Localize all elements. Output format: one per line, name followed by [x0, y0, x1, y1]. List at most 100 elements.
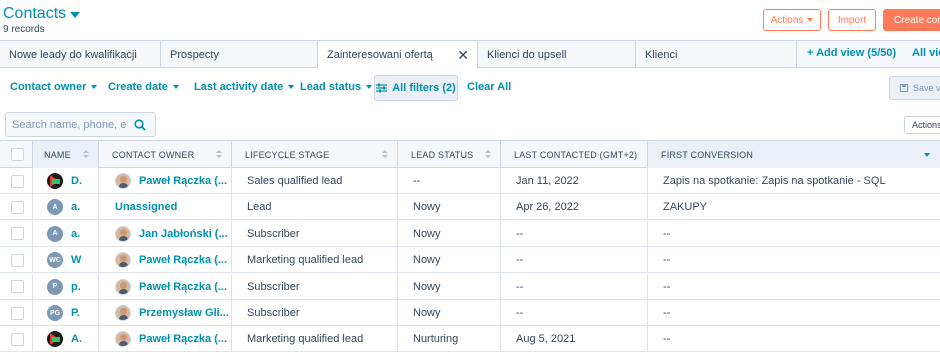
contact-owner-cell[interactable]: Unassigned [99, 194, 232, 221]
create-contact-button[interactable]: Create contact [883, 9, 940, 31]
all-views-link[interactable]: All views [912, 47, 940, 59]
lifecycle-stage-cell: Subscriber [232, 273, 398, 300]
column-header-first-conversion[interactable]: FIRST CONVERSION [648, 141, 940, 168]
tab-klienci[interactable]: Klienci [636, 41, 797, 68]
tab-zainteresowani[interactable]: Zainteresowani ofertą ✕ [318, 41, 478, 69]
contact-name-cell[interactable]: A. [33, 326, 99, 353]
column-label: NAME [44, 149, 71, 160]
row-checkbox[interactable] [11, 280, 24, 294]
tab-prospecty[interactable]: Prospecty [161, 41, 318, 68]
lifecycle-stage-cell: Subscriber [232, 220, 398, 247]
last-contacted-cell: -- [501, 220, 648, 247]
owner-avatar [115, 305, 131, 321]
row-checkbox[interactable] [11, 306, 24, 320]
owner-name[interactable]: Paweł Rączka (... [139, 254, 227, 266]
row-checkbox[interactable] [11, 253, 24, 267]
first-conversion-value: -- [663, 333, 671, 346]
table-actions-button[interactable]: Actions [904, 116, 940, 134]
row-checkbox[interactable] [11, 200, 24, 214]
row-checkbox[interactable] [11, 332, 24, 346]
table-row[interactable]: WC W Paweł Rączka (... Marketing qualified … [0, 247, 940, 274]
contact-name-cell[interactable]: Aa. [33, 194, 99, 221]
avatar: A [47, 199, 63, 216]
contact-owner-filter[interactable]: Contact owner [10, 81, 98, 93]
contact-name-cell[interactable]: WC W [33, 247, 99, 274]
row-select-cell [0, 220, 33, 247]
contact-owner-cell[interactable]: Paweł Rączka (... [99, 247, 232, 274]
contact-owner-cell[interactable]: Paweł Rączka (... [99, 168, 232, 194]
create-date-filter[interactable]: Create date [108, 81, 179, 93]
search-icon[interactable] [134, 119, 146, 131]
lifecycle-stage-cell: Lead [232, 194, 398, 221]
row-checkbox[interactable] [11, 174, 24, 188]
row-checkbox[interactable] [11, 227, 24, 241]
import-button[interactable]: Import [828, 9, 876, 31]
lifecycle-stage-value: Subscriber [247, 280, 300, 293]
contact-owner-cell[interactable]: Jan Jabłoński (... [99, 220, 232, 247]
contact-name[interactable]: D. [71, 175, 82, 187]
contact-name-cell[interactable]: PG P. [33, 300, 99, 326]
column-header-lead-status[interactable]: LEAD STATUS [398, 141, 501, 168]
tab-klienci-upsell[interactable]: Klienci do upsell [478, 41, 636, 68]
lifecycle-stage-value: Marketing qualified lead [247, 254, 364, 267]
contact-name[interactable]: W [71, 254, 81, 266]
import-label: Import [837, 14, 867, 26]
owner-avatar [115, 252, 131, 269]
avatar: P [47, 278, 63, 295]
contact-name[interactable]: a. [71, 201, 80, 213]
select-all-checkbox[interactable] [11, 148, 24, 161]
owner-name[interactable]: Paweł Rączka (... [139, 175, 227, 187]
table-row[interactable]: Aa. Unassigned Lead Nowy Apr 26, 2022 ZAKUPY [0, 194, 940, 221]
contact-name[interactable]: P. [71, 307, 80, 319]
first-conversion-value: -- [663, 254, 671, 267]
owner-name[interactable]: Przemysław Gli... [139, 307, 229, 319]
avatar: A [47, 225, 63, 242]
table-row[interactable]: Pp. Paweł Rączka (... Subscriber Nowy -- -- [0, 273, 940, 300]
actions-dropdown-button[interactable]: Actions [763, 9, 821, 31]
table-row[interactable]: D. Paweł Rączka (... Sales qualified lead -… [0, 168, 940, 194]
lifecycle-stage-value: Lead [247, 201, 272, 214]
owner-name[interactable]: Paweł Rączka (... [139, 281, 227, 293]
column-header-owner[interactable]: CONTACT OWNER [99, 141, 232, 168]
all-filters-button[interactable]: All filters (2) [374, 75, 458, 101]
add-view-button[interactable]: + Add view (5/50) [807, 47, 896, 59]
row-select-cell [0, 300, 33, 326]
lifecycle-stage-cell: Sales qualified lead [232, 168, 398, 194]
owner-avatar [115, 331, 131, 348]
contact-owner-cell[interactable]: Przemysław Gli... [99, 300, 232, 326]
contact-name[interactable]: p. [71, 281, 81, 293]
last-contacted-value: -- [516, 307, 524, 319]
search-input[interactable] [12, 118, 130, 131]
chevron-down-icon [91, 85, 98, 89]
save-icon [900, 84, 908, 92]
table-row[interactable]: A. Paweł Rączka (... Marketing qualified l… [0, 326, 940, 353]
contact-name[interactable]: A. [71, 333, 82, 345]
lead-status-value: Nowy [413, 280, 441, 293]
create-contact-label: Create contact [894, 14, 940, 26]
close-icon[interactable]: ✕ [457, 47, 469, 64]
actions-label: Actions [770, 14, 804, 26]
save-view-button[interactable]: Save view [889, 76, 940, 100]
owner-name[interactable]: Jan Jabłoński (... [139, 228, 228, 240]
contact-name[interactable]: a. [71, 228, 80, 240]
row-select-cell [0, 247, 33, 274]
contact-name-cell[interactable]: D. [33, 168, 99, 194]
contact-owner-cell[interactable]: Paweł Rączka (... [99, 273, 232, 300]
column-header-last-contacted[interactable]: LAST CONTACTED (GMT+2) [501, 141, 648, 168]
last-activity-filter[interactable]: Last activity date [194, 81, 295, 93]
column-header-name[interactable]: NAME [33, 141, 99, 168]
column-header-lifecycle[interactable]: LIFECYCLE STAGE [232, 141, 398, 168]
lead-status-value: Nowy [413, 254, 441, 267]
clear-all-link[interactable]: Clear All [467, 81, 511, 93]
contact-owner-cell[interactable]: Paweł Rączka (... [99, 326, 232, 353]
table-row[interactable]: Aa. Jan Jabłoński (... Subscriber Nowy -- -- [0, 220, 940, 247]
owner-name[interactable]: Paweł Rączka (... [139, 333, 227, 345]
tab-nowe-leady[interactable]: Nowe leady do kwalifikacji [0, 41, 161, 68]
last-contacted-cell: Aug 5, 2021 [501, 326, 648, 353]
contact-name-cell[interactable]: Pp. [33, 273, 99, 300]
lead-status-filter[interactable]: Lead status [300, 81, 373, 93]
owner-name[interactable]: Unassigned [115, 201, 177, 213]
table-row[interactable]: PG P. Przemysław Gli... Subscriber Nowy -- -- [0, 300, 940, 326]
object-switcher[interactable]: Contacts [3, 5, 81, 23]
contact-name-cell[interactable]: Aa. [33, 220, 99, 247]
